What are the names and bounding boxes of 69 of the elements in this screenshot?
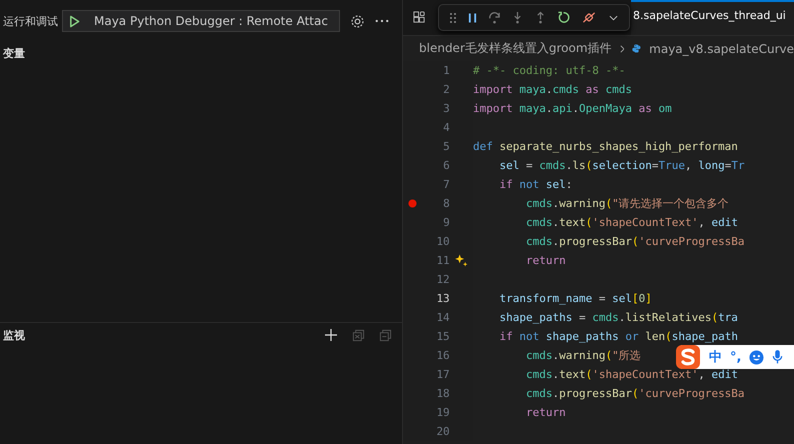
- code-line: sel = cmds.ls(selection=True, long=Tr: [498, 159, 745, 172]
- sparkle-icon[interactable]: [454, 254, 468, 267]
- line-number: 2: [442, 83, 450, 96]
- disconnect-icon[interactable]: [581, 11, 598, 24]
- line-number: 10: [435, 235, 450, 248]
- line-number: 1: [442, 64, 450, 77]
- code-line: cmds.progressBar('curveProgressBa: [524, 235, 745, 248]
- line-number: 15: [435, 330, 450, 343]
- step-out-icon[interactable]: [534, 11, 546, 24]
- code-line: shape_paths = cmds.listRelatives(tra: [498, 311, 738, 324]
- line-number: 14: [435, 311, 450, 324]
- line-number: 19: [435, 406, 450, 419]
- line-number: 4: [442, 121, 450, 134]
- add-icon[interactable]: [324, 328, 338, 342]
- grid-icon[interactable]: [413, 11, 426, 24]
- line-number: 9: [442, 216, 450, 229]
- line-number: 16: [435, 349, 450, 362]
- line-number: 8: [442, 197, 450, 210]
- code-line: cmds.warning("请先选择一个包含多个: [524, 196, 729, 211]
- drag-handle-icon[interactable]: [450, 12, 456, 22]
- ime-logo-icon[interactable]: [675, 344, 701, 370]
- code-line: def separate_nurbs_shapes_high_performan: [473, 140, 738, 153]
- section-title[interactable]: 监视: [3, 328, 25, 342]
- ime-mode-toggle[interactable]: 中: [709, 348, 722, 366]
- chevron-right-icon: [620, 44, 624, 54]
- code-line: # -*- coding: utf-8 -*-: [473, 64, 626, 77]
- breadcrumb-folder[interactable]: blender毛发样条线置入groom插件: [419, 40, 612, 57]
- code-line: return: [524, 406, 566, 419]
- editor-tab[interactable]: 8.sapelateCurves_thread_ui: [631, 0, 794, 35]
- line-number: 18: [435, 387, 450, 400]
- code-line: cmds.text('shapeCountText', edit: [524, 368, 738, 381]
- breakpoint-icon[interactable]: [408, 199, 418, 208]
- collapse-all-icon[interactable]: [352, 328, 365, 342]
- launch-config-dropdown[interactable]: Maya Python Debugger : Remote Attac: [62, 10, 340, 32]
- step-into-icon[interactable]: [512, 11, 524, 24]
- python-file-icon: [632, 43, 642, 54]
- code-line: transform_name = sel[0]: [498, 292, 652, 305]
- line-number: 12: [435, 273, 450, 286]
- play-icon[interactable]: [69, 14, 80, 28]
- pause-icon[interactable]: [468, 12, 477, 24]
- code-line: import maya.api.OpenMaya as om: [473, 102, 672, 115]
- step-over-icon[interactable]: [488, 11, 501, 24]
- restart-icon[interactable]: [556, 11, 570, 24]
- code-line: if not shape_paths or len(shape_path: [498, 330, 738, 343]
- code-line: cmds.progressBar('curveProgressBa: [524, 387, 745, 400]
- chevron-down-icon[interactable]: [608, 14, 618, 20]
- launch-config-name: Maya Python Debugger : Remote Attac: [94, 14, 328, 28]
- settings-icon[interactable]: [350, 14, 365, 28]
- code-line: return: [524, 254, 566, 267]
- line-number: 13: [435, 292, 450, 305]
- breadcrumb-file[interactable]: maya_v8.sapelateCurve: [649, 42, 794, 56]
- more-icon[interactable]: [375, 19, 389, 23]
- panel-title: 运行和调试: [3, 14, 58, 28]
- collapse-icon[interactable]: [379, 328, 392, 342]
- line-number: 17: [435, 368, 450, 381]
- code-line: import maya.cmds as cmds: [473, 83, 632, 96]
- code-line: cmds.text('shapeCountText', edit: [524, 216, 738, 229]
- emoji-icon[interactable]: [749, 350, 764, 364]
- line-number: 20: [435, 425, 450, 438]
- line-number: 3: [442, 102, 450, 115]
- ime-mode-toggle[interactable]: °,: [730, 350, 742, 364]
- code-line: cmds.warning("所选: [524, 348, 641, 363]
- microphone-icon[interactable]: [772, 349, 784, 365]
- line-number: 7: [442, 178, 450, 191]
- line-number: 6: [442, 159, 450, 172]
- code-line: if not sel:: [498, 178, 572, 191]
- line-number: 11: [435, 254, 450, 267]
- line-number: 5: [442, 140, 450, 153]
- section-title[interactable]: 变量: [3, 46, 25, 60]
